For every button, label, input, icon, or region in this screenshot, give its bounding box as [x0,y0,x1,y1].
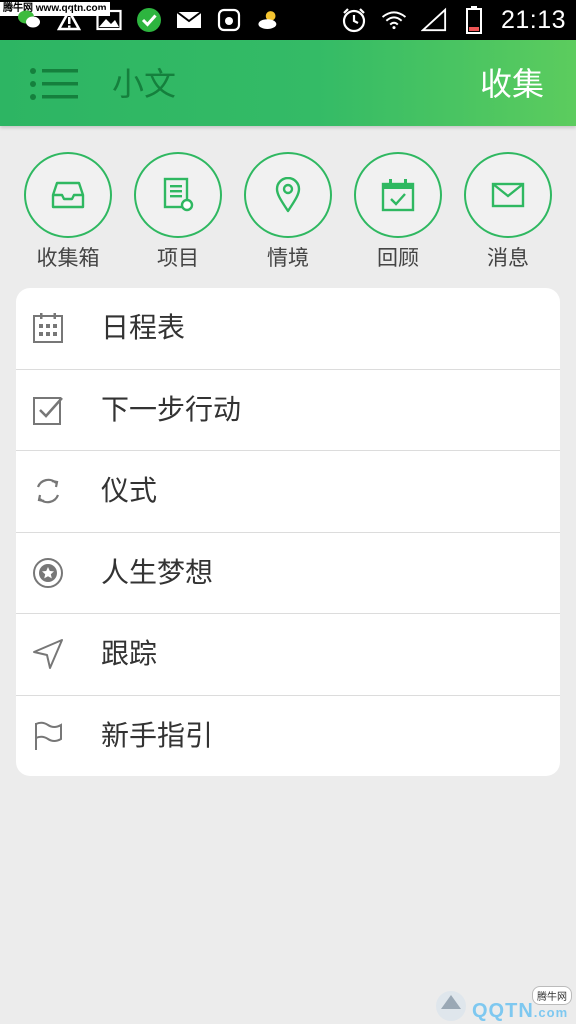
app-title: 小文 [112,65,177,103]
quick-action-label: 消息 [487,246,529,270]
menu-item-label: 日程表 [101,311,186,345]
location-pin-icon [275,177,301,213]
signal-icon [420,7,447,33]
flag-icon [31,719,65,753]
quick-action-review[interactable]: 回顾 [344,152,452,272]
navigation-arrow-icon [31,637,65,671]
status-bar-system: 21:13 [341,0,566,40]
mail-icon [176,7,202,33]
image-icon [96,7,122,33]
status-bar-notifications [16,6,282,34]
star-badge-icon [31,556,65,590]
wifi-icon [381,7,407,33]
status-bar: 腾牛网 www.qqtn.com 21:13 [0,0,576,40]
quick-actions: 收集箱 项目 情境 回顾 消息 [14,152,562,272]
quick-action-project[interactable]: 项目 [124,152,232,272]
inbox-icon [51,181,85,209]
quick-action-context[interactable]: 情境 [234,152,342,272]
menu-item-next-action[interactable]: 下一步行动 [16,370,560,451]
menu-item-guide[interactable]: 新手指引 [16,696,560,777]
calendar-check-icon [381,179,415,212]
weather-icon [256,7,282,33]
menu-item-label: 下一步行动 [101,392,242,426]
wechat-icon [16,7,42,33]
envelope-icon [491,182,525,208]
quick-action-message[interactable]: 消息 [454,152,562,272]
check-circle-icon [136,7,162,33]
menu-list: 日程表 下一步行动 仪式 人生梦想 跟踪 新手指引 [16,288,560,776]
quick-action-label: 回顾 [377,246,419,270]
quick-action-label: 收集箱 [36,246,100,270]
app-bar: 小文 收集 [0,40,576,126]
quick-action-circle[interactable] [24,152,112,238]
quick-action-inbox[interactable]: 收集箱 [14,152,122,272]
quick-action-circle[interactable] [464,152,552,238]
drawer-menu-button[interactable] [28,68,82,100]
quick-action-circle[interactable] [354,152,442,238]
watermark-brand-suffix: .com [533,1005,569,1020]
menu-item-label: 仪式 [101,474,158,508]
refresh-icon [31,474,65,508]
menu-item-label: 人生梦想 [101,555,214,589]
watermark-logo-icon [436,991,466,1021]
warning-icon [56,7,82,33]
checkbox-icon [31,393,65,427]
menu-item-life-dream[interactable]: 人生梦想 [16,533,560,614]
clock-time: 21:13 [500,5,566,34]
battery-icon [461,6,487,34]
quick-action-circle[interactable] [134,152,222,238]
menu-item-ritual[interactable]: 仪式 [16,451,560,533]
quick-action-label: 项目 [157,246,199,270]
calendar-grid-icon [31,311,65,345]
alarm-icon [341,7,367,33]
watermark-brand: QQTN.com [472,1000,568,1023]
collect-button[interactable]: 收集 [480,62,544,106]
menu-item-label: 新手指引 [101,719,214,753]
project-icon [163,177,194,212]
quick-action-label: 情境 [267,246,309,270]
watermark-brand-name: QQTN [472,1000,534,1022]
app-icon [216,7,242,33]
menu-item-schedule[interactable]: 日程表 [16,288,560,370]
menu-item-tracking[interactable]: 跟踪 [16,614,560,696]
hamburger-icon [30,68,78,100]
quick-action-circle[interactable] [244,152,332,238]
site-watermark: 腾牛网 QQTN.com [432,986,576,1024]
menu-item-label: 跟踪 [101,637,158,671]
